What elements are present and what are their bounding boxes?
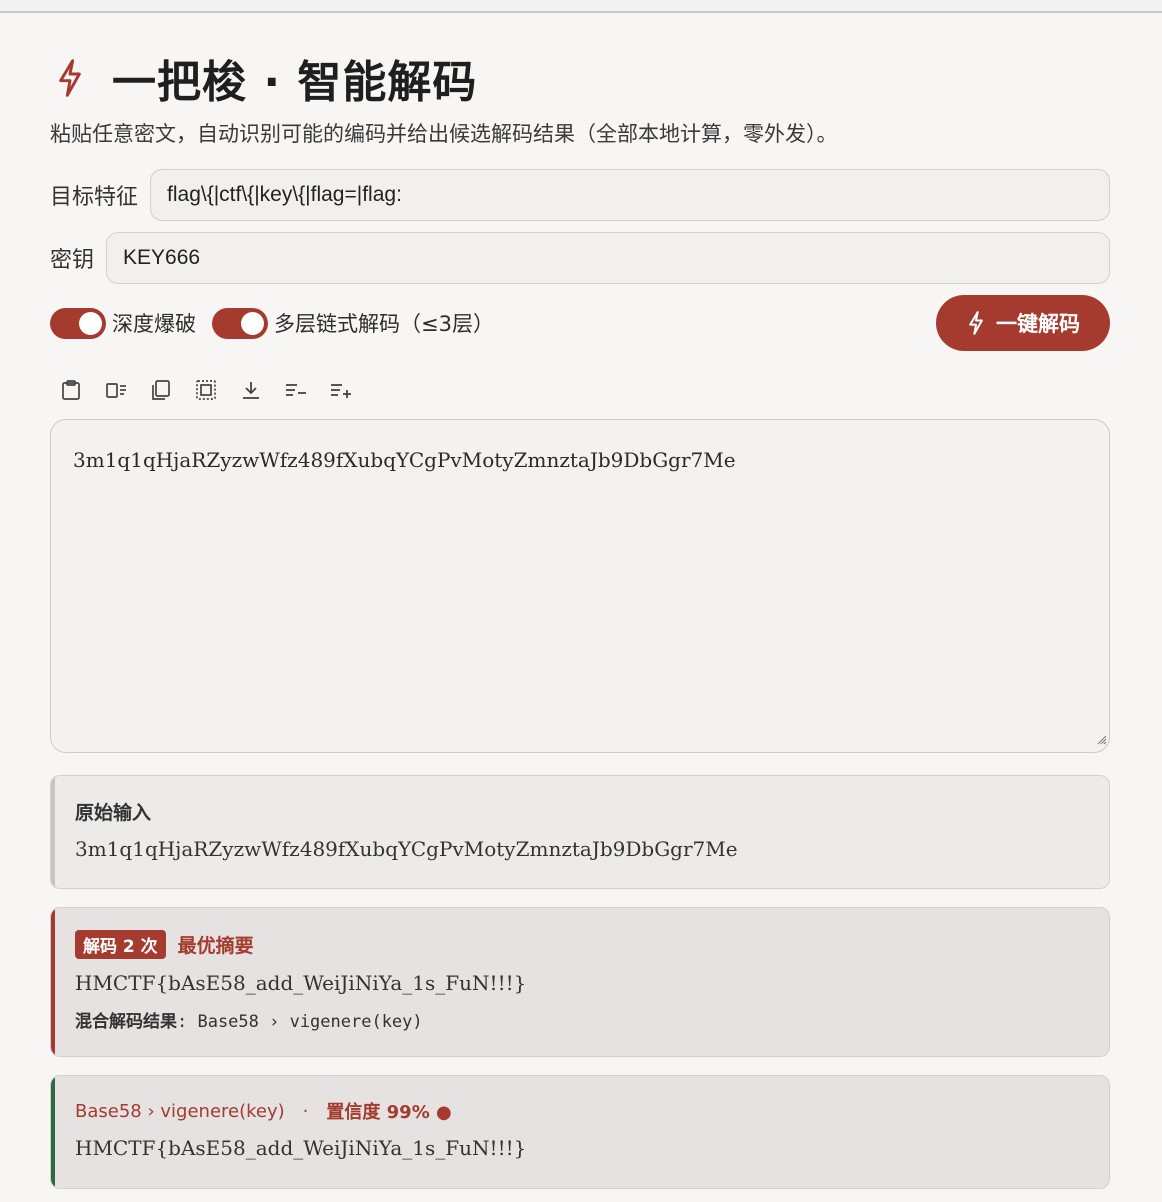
decrease-lines-icon[interactable] [283, 377, 309, 403]
increase-lines-icon[interactable] [328, 377, 354, 403]
multilayer-label: 多层链式解码（≤3层） [274, 312, 494, 336]
card-accent [51, 1076, 55, 1188]
ciphertext-input[interactable]: 3m1q1qHjaRZyzwWfz489fXubqYCgPvMotyZmnzta… [50, 419, 1110, 753]
separator: · [302, 1100, 309, 1122]
original-title: 原始输入 [75, 802, 152, 824]
pattern-input[interactable] [150, 169, 1110, 221]
options-row: 深度爆破 多层链式解码（≤3层） 一键解码 [50, 295, 1110, 351]
multilayer-toggle[interactable] [212, 307, 268, 339]
page-title: 一把梭 · 智能解码 [112, 57, 478, 108]
toggle-knob [241, 311, 264, 335]
candidate-header: Base58 › vigenere(key) · 置信度 99% ● [75, 1098, 1085, 1124]
key-row: 密钥 [50, 232, 1110, 284]
resize-grip-icon[interactable] [1095, 726, 1107, 750]
best-header: 解码 2 次 最优摘要 [75, 930, 1085, 959]
clear-format-icon[interactable] [103, 377, 129, 403]
chain-key: 混合解码结果 [75, 1012, 177, 1032]
download-icon[interactable] [238, 377, 264, 403]
key-input[interactable] [106, 232, 1110, 284]
deep-brute-toggle[interactable] [50, 307, 106, 339]
copy-icon[interactable] [148, 377, 174, 403]
deep-brute-label: 深度爆破 [112, 312, 196, 336]
best-result-card: 解码 2 次 最优摘要 HMCTF{bAsE58_add_WeiJiNiYa_1… [50, 907, 1110, 1057]
pattern-label: 目标特征 [50, 185, 139, 210]
lightning-icon [966, 310, 986, 336]
key-label: 密钥 [50, 248, 95, 273]
pattern-row: 目标特征 [50, 169, 1110, 221]
original-text: 3m1q1qHjaRZyzwWfz489fXubqYCgPvMotyZmnzta… [75, 837, 738, 861]
card-accent [51, 776, 55, 888]
candidate-chain: Base58 › vigenere(key) [75, 1100, 285, 1122]
multilayer-option: 多层链式解码（≤3层） [212, 307, 494, 339]
decode-count-badge: 解码 2 次 [75, 930, 166, 959]
candidate-result-card: Base58 › vigenere(key) · 置信度 99% ● HMCTF… [50, 1075, 1110, 1189]
lightning-icon [54, 56, 98, 100]
original-input-card: 原始输入 3m1q1qHjaRZyzwWfz489fXubqYCgPvMotyZ… [50, 775, 1110, 889]
editor-toolbar [50, 375, 1110, 405]
select-all-icon[interactable] [193, 377, 219, 403]
ciphertext-text: 3m1q1qHjaRZyzwWfz489fXubqYCgPvMotyZmnzta… [73, 448, 736, 472]
header: 一把梭 · 智能解码 [50, 50, 1110, 108]
chain-value: : Base58 › vigenere(key) [177, 1012, 423, 1032]
card-accent [51, 908, 55, 1056]
confidence-label: 置信度 99% ● [326, 1102, 452, 1123]
best-label: 最优摘要 [177, 935, 254, 957]
browser-top-bar [0, 0, 1162, 13]
candidate-text: HMCTF{bAsE58_add_WeiJiNiYa_1s_FuN!!!} [75, 1136, 527, 1160]
toggle-knob [79, 311, 102, 335]
best-text: HMCTF{bAsE58_add_WeiJiNiYa_1s_FuN!!!} [75, 971, 527, 995]
best-chain: 混合解码结果: Base58 › vigenere(key) [75, 1007, 1085, 1032]
page-container: 一把梭 · 智能解码 粘贴任意密文，自动识别可能的编码并给出候选解码结果（全部本… [50, 50, 1110, 1189]
clipboard-icon[interactable] [58, 377, 84, 403]
decode-button[interactable]: 一键解码 [936, 295, 1110, 351]
page-subtitle: 粘贴任意密文，自动识别可能的编码并给出候选解码结果（全部本地计算，零外发）。 [50, 122, 838, 146]
deep-brute-option: 深度爆破 [50, 307, 196, 339]
decode-button-label: 一键解码 [996, 312, 1080, 336]
